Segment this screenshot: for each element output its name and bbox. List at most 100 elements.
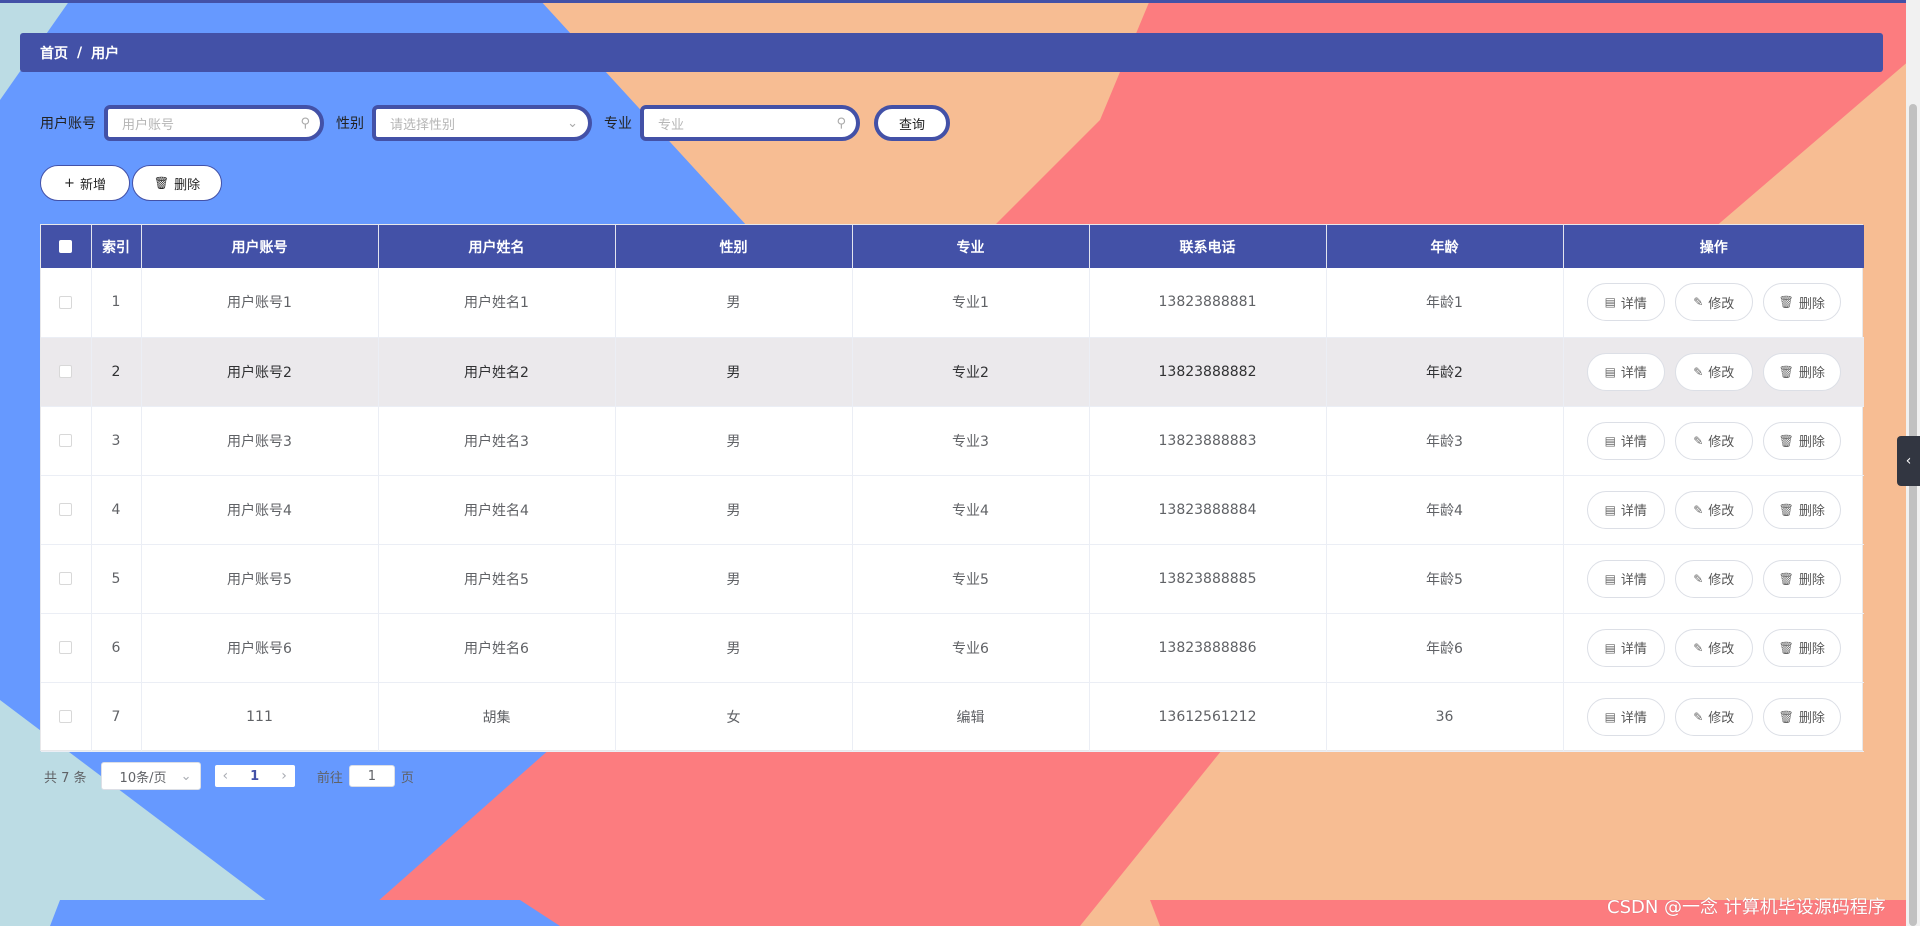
query-button[interactable]: 查询: [874, 105, 950, 141]
trash-icon: 🗑: [1778, 502, 1794, 517]
detail-button[interactable]: ▤ 详情: [1586, 559, 1665, 598]
row-select-cell[interactable]: [41, 406, 92, 475]
table-row[interactable]: 1 用户账号1 用户姓名1 男专业1 13823888881 年龄1 ▤ 详情 ✎ 修改 🗑 删除: [41, 268, 1864, 337]
account-search-input[interactable]: 用户账号 ⚲: [104, 105, 324, 141]
document-icon: ▤: [1604, 433, 1616, 448]
select-all-checkbox[interactable]: [59, 240, 73, 253]
scrollbar-thumb[interactable]: [1909, 104, 1917, 926]
row-delete-button[interactable]: 🗑 删除: [1762, 628, 1841, 667]
trash-icon: 🗑: [153, 176, 170, 190]
detail-button[interactable]: ▤ 详情: [1586, 490, 1665, 529]
search-icon: ⚲: [300, 115, 310, 131]
add-button-label: 新增: [79, 177, 106, 193]
row-delete-button[interactable]: 🗑 删除: [1762, 490, 1841, 529]
detail-button[interactable]: ▤ 详情: [1586, 352, 1665, 391]
detail-label: 详情: [1620, 296, 1647, 312]
edit-button[interactable]: ✎ 修改: [1674, 559, 1753, 598]
edit-label: 修改: [1708, 366, 1735, 381]
row-select-cell[interactable]: [41, 544, 92, 613]
row-checkbox[interactable]: [59, 434, 73, 447]
watermark: CSDN @一念 计算机毕设源码程序: [1607, 897, 1886, 918]
row-select-cell[interactable]: [41, 337, 92, 406]
table-row[interactable]: 6 用户账号6 用户姓名6 男专业6 13823888886 年龄6 ▤ 详情 ✎ 修改 🗑 删除: [41, 613, 1864, 682]
prev-page-icon[interactable]: ‹: [223, 768, 229, 784]
table-header: 索引 用户账号 用户姓名 性别 专业 联系电话 年龄 操作: [41, 225, 1864, 268]
table-cell: 3: [91, 406, 142, 475]
page-size-value: 10条/页: [119, 770, 167, 786]
table-cell: 13823888881: [1089, 268, 1327, 337]
add-button[interactable]: + 新增: [40, 165, 130, 201]
row-delete-button[interactable]: 🗑 删除: [1762, 559, 1841, 598]
edit-button[interactable]: ✎ 修改: [1674, 283, 1753, 322]
detail-button[interactable]: ▤ 详情: [1586, 283, 1665, 322]
major-search-input[interactable]: 专业 ⚲: [640, 105, 860, 141]
goto-prefix: 前往: [316, 770, 343, 786]
table-cell: 年龄6: [1326, 613, 1564, 682]
row-actions-cell: ▤ 详情 ✎ 修改 🗑 删除: [1563, 475, 1864, 544]
row-delete-button[interactable]: 🗑 删除: [1762, 421, 1841, 460]
edit-button[interactable]: ✎ 修改: [1674, 697, 1753, 736]
user-table: 索引 用户账号 用户姓名 性别 专业 联系电话 年龄 操作 1 用户账号1 用户姓名…: [40, 224, 1864, 751]
detail-label: 详情: [1620, 573, 1647, 588]
row-checkbox[interactable]: [59, 295, 73, 309]
side-panel-toggle[interactable]: ‹: [1897, 436, 1920, 486]
page-size-select[interactable]: 10条/页 ⌄: [100, 762, 201, 790]
table-cell: 专业5: [852, 544, 1090, 613]
row-select-cell[interactable]: [41, 475, 92, 544]
gender-placeholder: 请选择性别: [390, 117, 456, 133]
goto-page-input[interactable]: 1: [348, 765, 395, 787]
edit-button[interactable]: ✎ 修改: [1674, 628, 1753, 667]
table-cell: 2: [91, 337, 142, 406]
row-checkbox[interactable]: [59, 572, 73, 585]
row-select-cell[interactable]: [41, 268, 92, 337]
account-label: 用户账号: [40, 116, 96, 132]
edit-label: 修改: [1708, 435, 1735, 450]
edit-button[interactable]: ✎ 修改: [1674, 352, 1753, 391]
gender-select[interactable]: 请选择性别 ⌄: [372, 105, 592, 141]
pencil-icon: ✎: [1693, 433, 1704, 448]
detail-button[interactable]: ▤ 详情: [1586, 628, 1665, 667]
row-delete-button[interactable]: 🗑 删除: [1762, 283, 1841, 322]
row-select-cell[interactable]: [41, 682, 92, 751]
document-icon: ▤: [1604, 640, 1616, 655]
table-cell: 年龄3: [1326, 406, 1564, 475]
gender-label: 性别: [336, 116, 364, 132]
detail-button[interactable]: ▤ 详情: [1586, 421, 1665, 460]
edit-button[interactable]: ✎ 修改: [1674, 490, 1753, 529]
edit-button[interactable]: ✎ 修改: [1674, 421, 1753, 460]
breadcrumb-current: 用户: [91, 45, 120, 62]
row-checkbox[interactable]: [59, 503, 73, 516]
delete-label: 删除: [1798, 642, 1825, 657]
table-row[interactable]: 4 用户账号4 用户姓名4 男专业4 13823888884 年龄4 ▤ 详情 ✎ 修改 🗑 删除: [41, 475, 1864, 544]
table-cell: 13823888883: [1089, 406, 1327, 475]
row-checkbox[interactable]: [59, 710, 73, 723]
chevron-left-icon: ‹: [1905, 453, 1912, 469]
table-cell: 用户账号3: [141, 406, 379, 475]
search-bar: 用户账号 用户账号 ⚲ 性别 请选择性别 ⌄ 专业 专业 ⚲ 查询: [40, 104, 950, 142]
trash-icon: 🗑: [1778, 364, 1794, 379]
table-row[interactable]: 7 111 胡集女编辑 13612561212 36 ▤ 详情 ✎ 修改 🗑 删除: [41, 682, 1864, 751]
table-cell: 专业6: [852, 613, 1090, 682]
row-delete-button[interactable]: 🗑 删除: [1762, 697, 1841, 736]
delete-label: 删除: [1798, 573, 1825, 588]
document-icon: ▤: [1604, 709, 1616, 724]
detail-button[interactable]: ▤ 详情: [1586, 697, 1665, 736]
table-row[interactable]: 5 用户账号5 用户姓名5 男专业5 13823888885 年龄5 ▤ 详情 ✎ 修改 🗑 删除: [41, 544, 1864, 613]
column-header: 用户账号: [141, 225, 379, 268]
breadcrumb: 首页 / 用户: [20, 33, 1883, 72]
next-page-icon[interactable]: ›: [281, 768, 287, 784]
row-checkbox[interactable]: [59, 365, 73, 378]
current-page[interactable]: 1: [250, 769, 259, 784]
table-row[interactable]: 3 用户账号3 用户姓名3 男专业3 13823888883 年龄3 ▤ 详情 ✎ 修改 🗑 删除: [41, 406, 1864, 475]
row-delete-button[interactable]: 🗑 删除: [1762, 352, 1841, 391]
detail-label: 详情: [1620, 435, 1647, 450]
chevron-down-icon: ⌄: [180, 768, 192, 784]
row-checkbox[interactable]: [59, 641, 73, 654]
row-select-cell[interactable]: [41, 613, 92, 682]
breadcrumb-home[interactable]: 首页: [40, 43, 68, 63]
detail-label: 详情: [1620, 366, 1647, 381]
select-all-cell[interactable]: [41, 225, 92, 268]
row-actions-cell: ▤ 详情 ✎ 修改 🗑 删除: [1563, 613, 1864, 682]
table-row[interactable]: 2 用户账号2 用户姓名2 男专业2 13823888882 年龄2 ▤ 详情 ✎ 修改 🗑 删除: [41, 337, 1864, 406]
delete-button[interactable]: 🗑 删除: [132, 165, 222, 201]
